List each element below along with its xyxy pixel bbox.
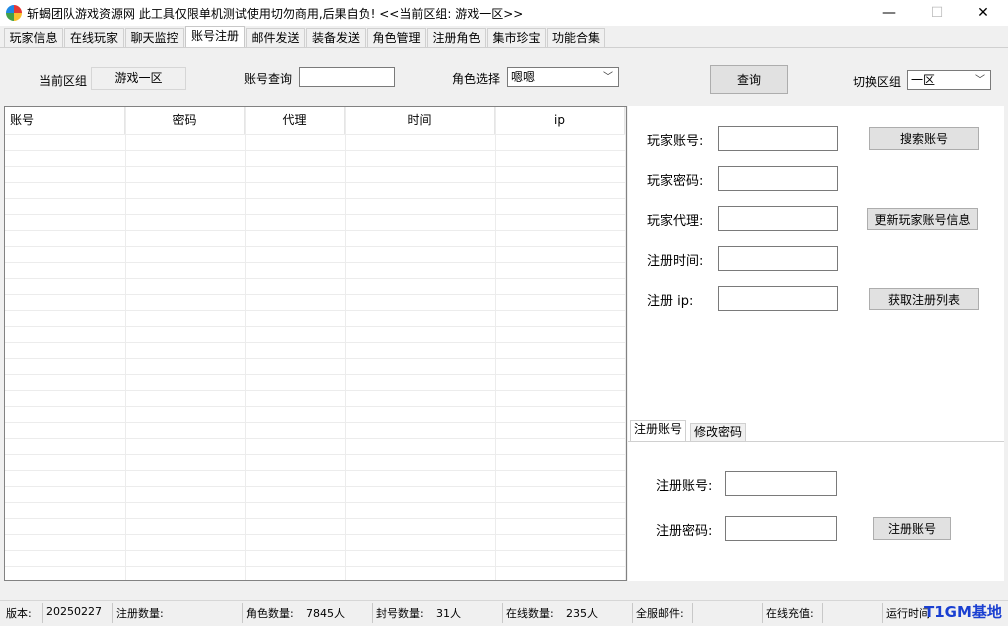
update-player-account-button[interactable]: 更新玩家账号信息 [867,208,978,230]
column-header-ip[interactable]: ip [495,107,625,134]
register-time-label: 注册时间: [647,254,704,269]
switch-group-label: 切换区组 [853,75,902,89]
role-count-label: 角色数量: [246,607,294,620]
account-table[interactable]: 账号 密码 代理 时间 ip [4,106,627,581]
column-divider [625,107,626,580]
register-count-label: 注册数量: [116,607,164,620]
column-divider [125,107,126,580]
query-button[interactable]: 查询 [710,65,788,94]
chevron-down-icon: ﹀ [603,72,613,83]
player-agent-label: 玩家代理: [647,214,704,229]
watermark-text: T1GM基地 [924,603,1002,621]
tab-mail-send[interactable]: 邮件发送 [246,28,305,48]
ban-count-value: 31人 [436,607,461,620]
app-logo-icon [6,5,22,21]
column-header-password[interactable]: 密码 [125,107,245,134]
account-query-input[interactable] [299,67,395,87]
register-ip-label: 注册 ip: [647,294,694,309]
online-recharge-label: 在线充值: [766,607,814,620]
player-account-input[interactable] [718,126,838,151]
main-tab-strip: 玩家信息 在线玩家 聊天监控 账号注册 邮件发送 装备发送 角色管理 注册角色 … [0,26,1008,48]
get-register-list-button[interactable]: 获取注册列表 [869,288,979,310]
register-subtab-strip: 注册账号 修改密码 [628,420,1004,442]
title-bar: 斩蝎团队游戏资源网 此工具仅限单机测试使用切勿商用,后果自负! <<当前区组: … [0,0,1008,26]
tab-feature-collection[interactable]: 功能合集 [547,28,605,48]
column-header-time[interactable]: 时间 [345,107,495,134]
column-divider [495,107,496,580]
register-account-input[interactable] [725,471,837,496]
subtab-change-password[interactable]: 修改密码 [690,423,747,442]
subtab-divider [628,441,1004,442]
subtab-register-account[interactable]: 注册账号 [630,420,687,442]
tab-divider [0,47,1008,48]
player-account-label: 玩家账号: [647,134,704,149]
register-password-input[interactable] [725,516,837,541]
online-count-label: 在线数量: [506,607,554,620]
status-separator [372,603,373,623]
search-account-button[interactable]: 搜索账号 [869,127,979,150]
status-separator [502,603,503,623]
role-select-label: 角色选择 [452,72,501,86]
tab-online-players[interactable]: 在线玩家 [64,28,124,48]
player-password-label: 玩家密码: [647,174,704,189]
version-value: 20250227 [46,605,102,618]
tab-account-register[interactable]: 账号注册 [185,26,245,48]
close-button[interactable]: ✕ [960,0,1006,26]
tab-role-manage[interactable]: 角色管理 [367,28,426,48]
current-group-value: 游戏一区 [91,67,186,90]
maximize-button[interactable]: ☐ [914,0,960,26]
tab-equipment-send[interactable]: 装备发送 [306,28,366,48]
version-label: 版本: [6,607,32,620]
online-count-value: 235人 [566,607,598,620]
current-group-label: 当前区组 [39,74,88,88]
register-password-label: 注册密码: [656,524,713,539]
register-account-button[interactable]: 注册账号 [873,517,951,540]
status-separator [112,603,113,623]
tab-chat-monitor[interactable]: 聊天监控 [125,28,184,48]
table-header: 账号 密码 代理 时间 ip [5,107,626,134]
register-ip-input[interactable] [718,286,838,311]
account-query-label: 账号查询 [244,72,293,86]
register-time-input[interactable] [718,246,838,271]
tab-register-role[interactable]: 注册角色 [427,28,486,48]
status-separator [242,603,243,623]
status-separator [882,603,883,623]
all-server-mail-label: 全服邮件: [636,607,684,620]
column-header-account[interactable]: 账号 [5,107,125,134]
minimize-button[interactable]: — [866,0,912,26]
register-account-label: 注册账号: [656,479,713,494]
table-rows [5,134,626,580]
switch-group-value: 一区 [911,73,936,87]
column-divider [345,107,346,580]
status-separator [762,603,763,623]
ban-count-label: 封号数量: [376,607,424,620]
column-header-agent[interactable]: 代理 [245,107,345,134]
tab-market-treasure[interactable]: 集市珍宝 [487,28,546,48]
window-title: 斩蝎团队游戏资源网 此工具仅限单机测试使用切勿商用,后果自负! <<当前区组: … [27,7,524,21]
column-divider [245,107,246,580]
status-separator [42,603,43,623]
role-select-dropdown[interactable]: 嗯嗯 ﹀ [507,67,619,87]
status-separator [632,603,633,623]
switch-group-dropdown[interactable]: 一区 ﹀ [907,70,991,90]
player-agent-input[interactable] [718,206,838,231]
role-count-value: 7845人 [306,607,345,620]
tab-player-info[interactable]: 玩家信息 [4,28,63,48]
status-separator [822,603,823,623]
role-select-value: 嗯嗯 [511,70,536,84]
player-password-input[interactable] [718,166,838,191]
chevron-down-icon: ﹀ [975,75,985,86]
status-separator [692,603,693,623]
